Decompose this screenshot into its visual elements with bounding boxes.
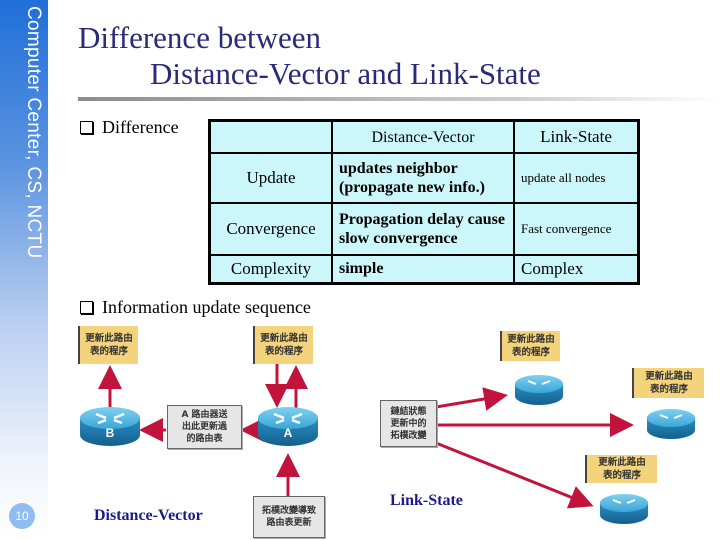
ls-router-1-icon bbox=[515, 375, 563, 405]
ls-note-1: 更新此路由 表的程序 bbox=[500, 331, 560, 361]
dv-note-a: 更新此路由 表的程序 bbox=[253, 326, 313, 364]
dv-send-table-box: A 路由器送 出此更新過 的路由表 bbox=[167, 405, 242, 449]
ls-router-3-icon bbox=[600, 494, 648, 524]
ls-router-2-icon bbox=[647, 409, 695, 439]
ls-topology-change-box: 鏈結狀態 更新中的 拓樸改變 bbox=[380, 400, 437, 447]
router-a-label: A bbox=[283, 426, 293, 440]
dv-caption: Distance-Vector bbox=[94, 507, 203, 524]
router-b-label: B bbox=[105, 426, 115, 440]
ls-note-3: 更新此路由 表的程序 bbox=[585, 455, 657, 483]
ls-note-2: 更新此路由 表的程序 bbox=[632, 368, 704, 398]
dv-note-b: 更新此路由 表的程序 bbox=[78, 326, 138, 364]
arrow-ls-to-router-1 bbox=[435, 387, 508, 411]
ls-caption: Link-State bbox=[390, 492, 463, 509]
dv-topology-change-box: 拓樸改變導致 路由表更新 bbox=[253, 496, 325, 538]
